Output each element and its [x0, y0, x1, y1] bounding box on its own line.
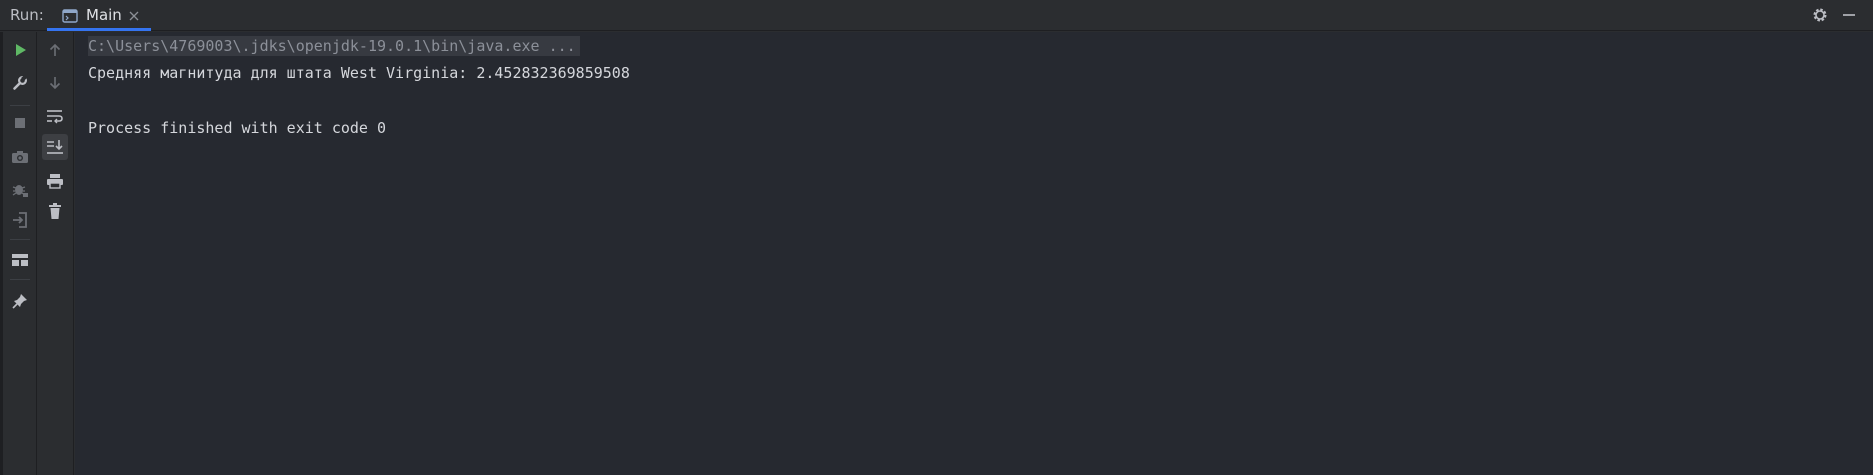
arrow-up-icon[interactable] — [42, 37, 68, 63]
toolbar-separator — [10, 239, 30, 240]
login-icon[interactable] — [7, 207, 33, 233]
trash-icon[interactable] — [42, 198, 68, 224]
window-edge — [0, 32, 3, 475]
print-icon[interactable] — [42, 168, 68, 194]
debug-icon[interactable] — [7, 176, 33, 202]
wrench-icon[interactable] — [7, 70, 33, 96]
pin-icon[interactable] — [7, 288, 33, 314]
console-tab-icon — [62, 8, 78, 23]
run-tool-window: Run: Main C:\Users\4769003\.jdks\openjdk… — [0, 0, 1873, 475]
console-command-line: C:\Users\4769003\.jdks\openjdk-19.0.1\bi… — [88, 36, 580, 56]
run-header: Run: Main — [0, 0, 1873, 31]
run-label: Run: — [10, 6, 44, 24]
stop-icon[interactable] — [7, 110, 33, 136]
close-icon[interactable] — [127, 8, 141, 22]
layout-icon[interactable] — [7, 247, 33, 273]
scroll-to-end-icon[interactable] — [42, 134, 68, 160]
tab-main-label: Main — [86, 6, 122, 24]
console-output[interactable]: C:\Users\4769003\.jdks\openjdk-19.0.1\bi… — [75, 32, 1873, 475]
minimize-icon[interactable] — [1840, 6, 1858, 24]
run-toolbar-primary — [4, 32, 37, 475]
run-toolbar-secondary — [37, 32, 74, 475]
tab-main[interactable]: Main — [47, 0, 151, 31]
rerun-icon[interactable] — [7, 37, 33, 63]
arrow-down-icon[interactable] — [42, 70, 68, 96]
camera-icon[interactable] — [7, 144, 33, 170]
toolbar-separator — [10, 105, 30, 106]
toolbar-separator — [10, 279, 30, 280]
console-output-line: Средняя магнитуда для штата West Virgini… — [88, 64, 630, 82]
console-exit-line: Process finished with exit code 0 — [88, 119, 387, 137]
soft-wrap-icon[interactable] — [42, 103, 68, 129]
gear-icon[interactable] — [1811, 6, 1829, 24]
